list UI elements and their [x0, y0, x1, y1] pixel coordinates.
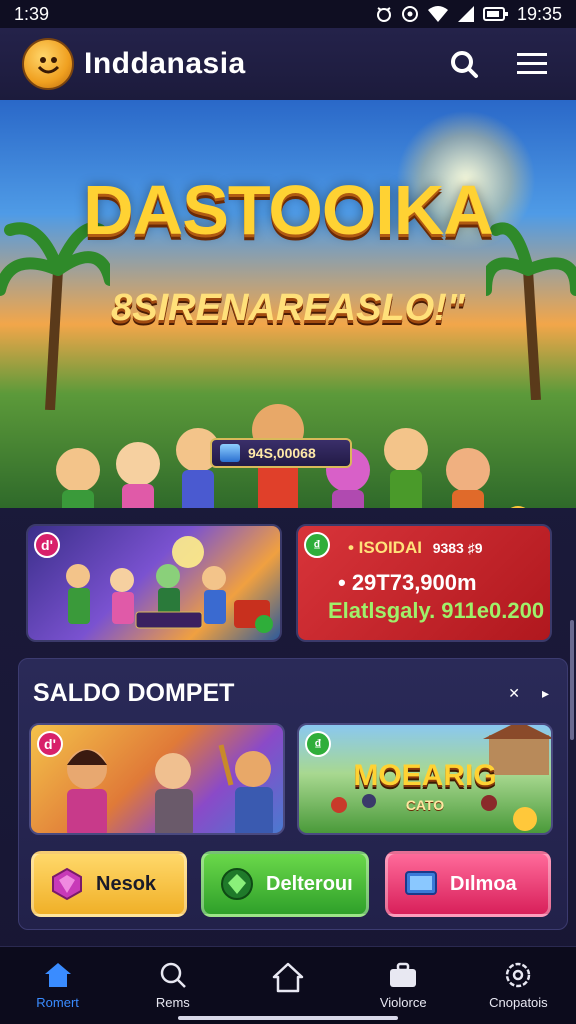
promo-right-line2: • 29T73,900m: [338, 570, 477, 595]
battery-icon: [482, 7, 508, 21]
promo-right-badge: ₫: [304, 532, 330, 558]
nav-item-search[interactable]: Rems: [115, 947, 230, 1024]
action-button-label: Delterouı: [266, 872, 353, 895]
briefcase-icon: [390, 962, 417, 987]
game-right-logo: MOEARIG: [353, 759, 497, 792]
action-button-label: Dılmoa: [450, 872, 517, 895]
promo-right-line1-main: • ISOIDAI: [348, 538, 422, 557]
search-icon: [451, 51, 478, 78]
hero-title: DASTOOIKA: [83, 171, 494, 249]
alarm-icon: [376, 7, 391, 22]
gear-icon: [506, 962, 531, 988]
panel-next-button[interactable]: ▸: [542, 685, 549, 702]
app-title: Inddanasia: [84, 47, 246, 80]
nav-item-center-home[interactable]: [230, 947, 345, 1024]
hero-banner[interactable]: DASTOOIKA 8SIRENAREASLO!" 94S,00068: [0, 100, 576, 508]
nav-item-label: Romert: [36, 995, 79, 1010]
status-time-left: 1:39: [14, 3, 50, 24]
search-button[interactable]: [442, 42, 486, 86]
app-bar: Inddanasia: [0, 28, 576, 100]
status-time-right: 19:35: [516, 3, 562, 24]
promo-left-illustration: [66, 536, 273, 633]
gem-icon: [52, 867, 82, 901]
hero-subtitle: 8SIRENAREASLO!": [111, 287, 465, 329]
hero-jackpot-value: 94S,00068: [248, 445, 316, 461]
nav-item-label: Violorce: [379, 995, 427, 1010]
home-outline-icon: [272, 962, 304, 993]
mascot-face-icon: [37, 57, 60, 74]
gem-chip-icon: [220, 444, 240, 462]
game-card-right[interactable]: ₫ MOEARIG CATO: [297, 723, 553, 835]
action-button-promo[interactable]: Dılmoa: [385, 851, 551, 917]
home-indicator: [178, 1016, 398, 1020]
emerald-icon: [221, 868, 253, 900]
menu-button[interactable]: [510, 42, 554, 86]
wifi-icon: [427, 6, 448, 22]
home-filled-icon: [44, 963, 71, 987]
game-right-logo-sub: CATO: [405, 797, 445, 813]
nav-item-label: Cnopatois: [489, 995, 548, 1010]
nav-item-home[interactable]: Romert: [0, 947, 115, 1024]
panel-title: SALDO DOMPET: [33, 679, 235, 707]
saldo-panel: SALDO DOMPET ✕ ▸ d' ₫ MOEARIG CATO Nesok…: [18, 658, 568, 930]
game-right-badge: ₫: [305, 731, 331, 757]
panel-prev-button[interactable]: ✕: [508, 685, 520, 702]
game-card-left[interactable]: d': [29, 723, 285, 835]
game-left-badge: d': [37, 731, 63, 757]
panel-nav: ✕ ▸: [508, 685, 549, 702]
nav-item-label: Rems: [155, 995, 190, 1010]
scrollbar[interactable]: [570, 620, 574, 740]
promo-card-left[interactable]: d': [26, 524, 282, 642]
status-bar: 1:39 19:35: [0, 0, 576, 28]
signal-icon: [457, 6, 474, 22]
nav-item-settings[interactable]: Cnopatois: [461, 947, 576, 1024]
promo-right-line3: Elatlsgaly. 911e0.200: [328, 598, 545, 623]
bottom-nav: Romert Rems Violorce Cnopatois: [0, 946, 576, 1024]
promo-right-line1-extra: 9383 ♯9: [432, 540, 483, 556]
hero-jackpot-pill: 94S,00068: [210, 438, 352, 468]
promo-right-line1: • ISOIDAI 9383 ♯9: [348, 538, 483, 558]
screen-icon: [405, 871, 437, 895]
app-logo: [22, 38, 74, 90]
action-button-deposit[interactable]: Delterouı: [201, 851, 369, 917]
do-not-disturb-icon: [401, 6, 418, 22]
action-button-masuk[interactable]: Nesok: [31, 851, 187, 917]
action-button-label: Nesok: [96, 872, 157, 895]
status-icons: 19:35: [375, 4, 562, 25]
promo-card-right[interactable]: ₫ • ISOIDAI 9383 ♯9 • 29T73,900m Elatlsg…: [296, 524, 552, 642]
nav-item-wallet[interactable]: Violorce: [346, 947, 461, 1024]
search-icon: [160, 962, 186, 988]
hamburger-menu-icon: [517, 53, 547, 74]
promo-left-badge: d': [34, 532, 60, 558]
game-left-illustration: [67, 744, 273, 833]
app-root: 1:39 19:35 Inddanasia DASTOOIKA 8SIRENAR…: [0, 0, 576, 1024]
